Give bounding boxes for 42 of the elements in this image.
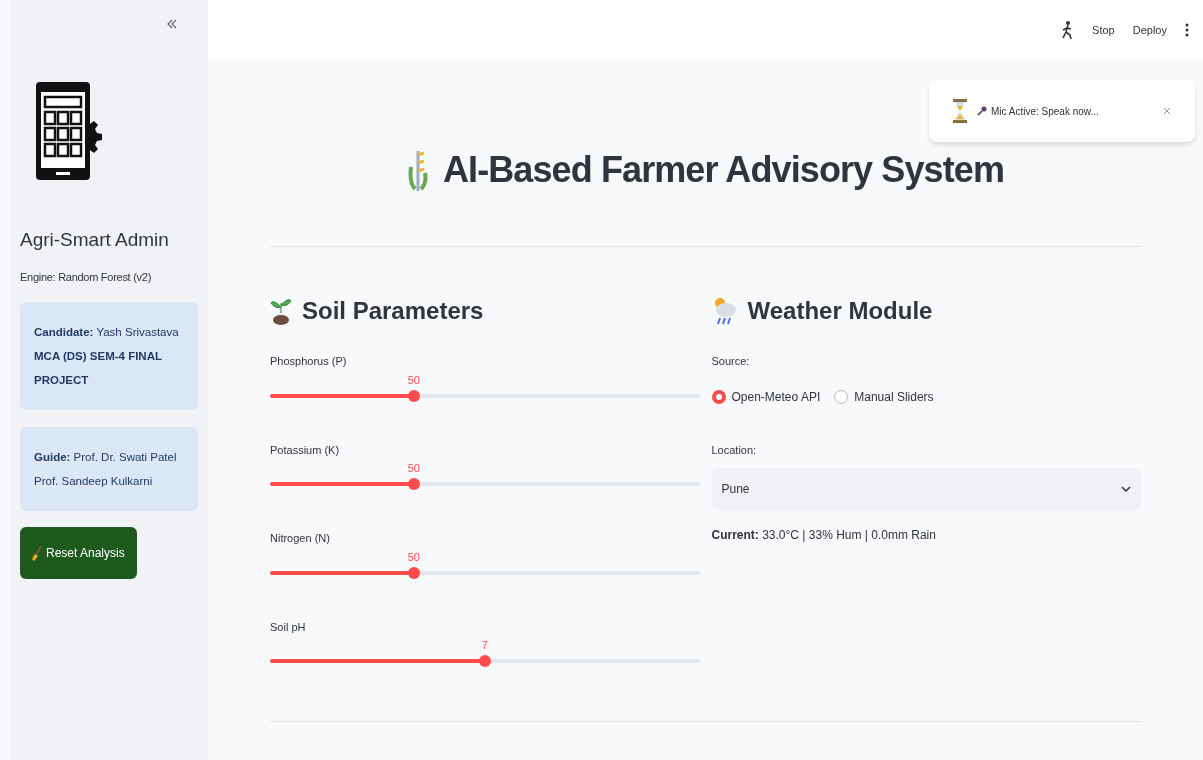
slider-value: 50 <box>407 549 420 565</box>
more-icon[interactable] <box>1185 23 1189 37</box>
radio-option[interactable]: Manual Sliders <box>834 387 934 406</box>
stop-button[interactable]: Stop <box>1092 21 1115 39</box>
info-text: Candidate: Yash Srivastava <box>34 325 180 340</box>
close-icon[interactable] <box>1163 107 1171 115</box>
slider-thumb[interactable] <box>407 389 420 402</box>
hourglass-icon <box>953 99 967 123</box>
radio-button[interactable] <box>711 389 726 404</box>
info-text: MCA (DS) SEM-4 FINAL PROJECT <box>34 349 163 388</box>
slider-label: Nitrogen (N) <box>270 531 331 546</box>
deploy-button[interactable]: Deploy <box>1132 21 1167 39</box>
slider-label: Potassium (K) <box>270 442 341 458</box>
info-text: Prof. Sandeep Kulkarni <box>34 474 154 489</box>
info-text: Guide: Prof. Dr. Swati Patel <box>34 450 178 465</box>
location-select[interactable]: Pune <box>711 468 1141 510</box>
collapse-icon[interactable] <box>166 18 178 30</box>
sidebar-title: Agri-Smart Admin <box>20 228 170 252</box>
page-title: AI-Based Farmer Advisory System <box>443 148 1004 192</box>
toast-message: Mic Active: Speak now... <box>991 104 1099 119</box>
slider-thumb[interactable] <box>478 655 491 667</box>
section-heading: Weather Module <box>747 296 933 326</box>
source-label: Source: <box>711 354 751 369</box>
radio-button[interactable] <box>834 389 849 404</box>
engine-label: Engine: Random Forest (v2) <box>20 269 153 285</box>
slider-value: 50 <box>407 372 420 388</box>
running-figure-icon <box>1060 20 1075 40</box>
chevron-down-icon <box>1121 486 1131 492</box>
slider-thumb[interactable] <box>407 566 420 579</box>
slider-thumb[interactable] <box>407 478 420 490</box>
location-label: Location: <box>711 442 758 458</box>
slider-label: Phosphorus (P) <box>270 354 348 369</box>
microphone-icon <box>977 106 987 116</box>
reset-button[interactable]: Reset Analysis <box>20 527 137 579</box>
slider-value: 7 <box>481 638 488 653</box>
slider-label: Soil pH <box>270 619 307 635</box>
seedling-icon <box>270 297 292 325</box>
section-heading: Soil Parameters <box>302 296 484 326</box>
radio-option[interactable]: Open-Meteo API <box>711 387 821 406</box>
broom-icon <box>32 545 42 561</box>
slider-value: 50 <box>407 461 420 476</box>
current-weather: Current: 33.0°C | 33% Hum | 0.0mm Rain <box>711 527 937 544</box>
